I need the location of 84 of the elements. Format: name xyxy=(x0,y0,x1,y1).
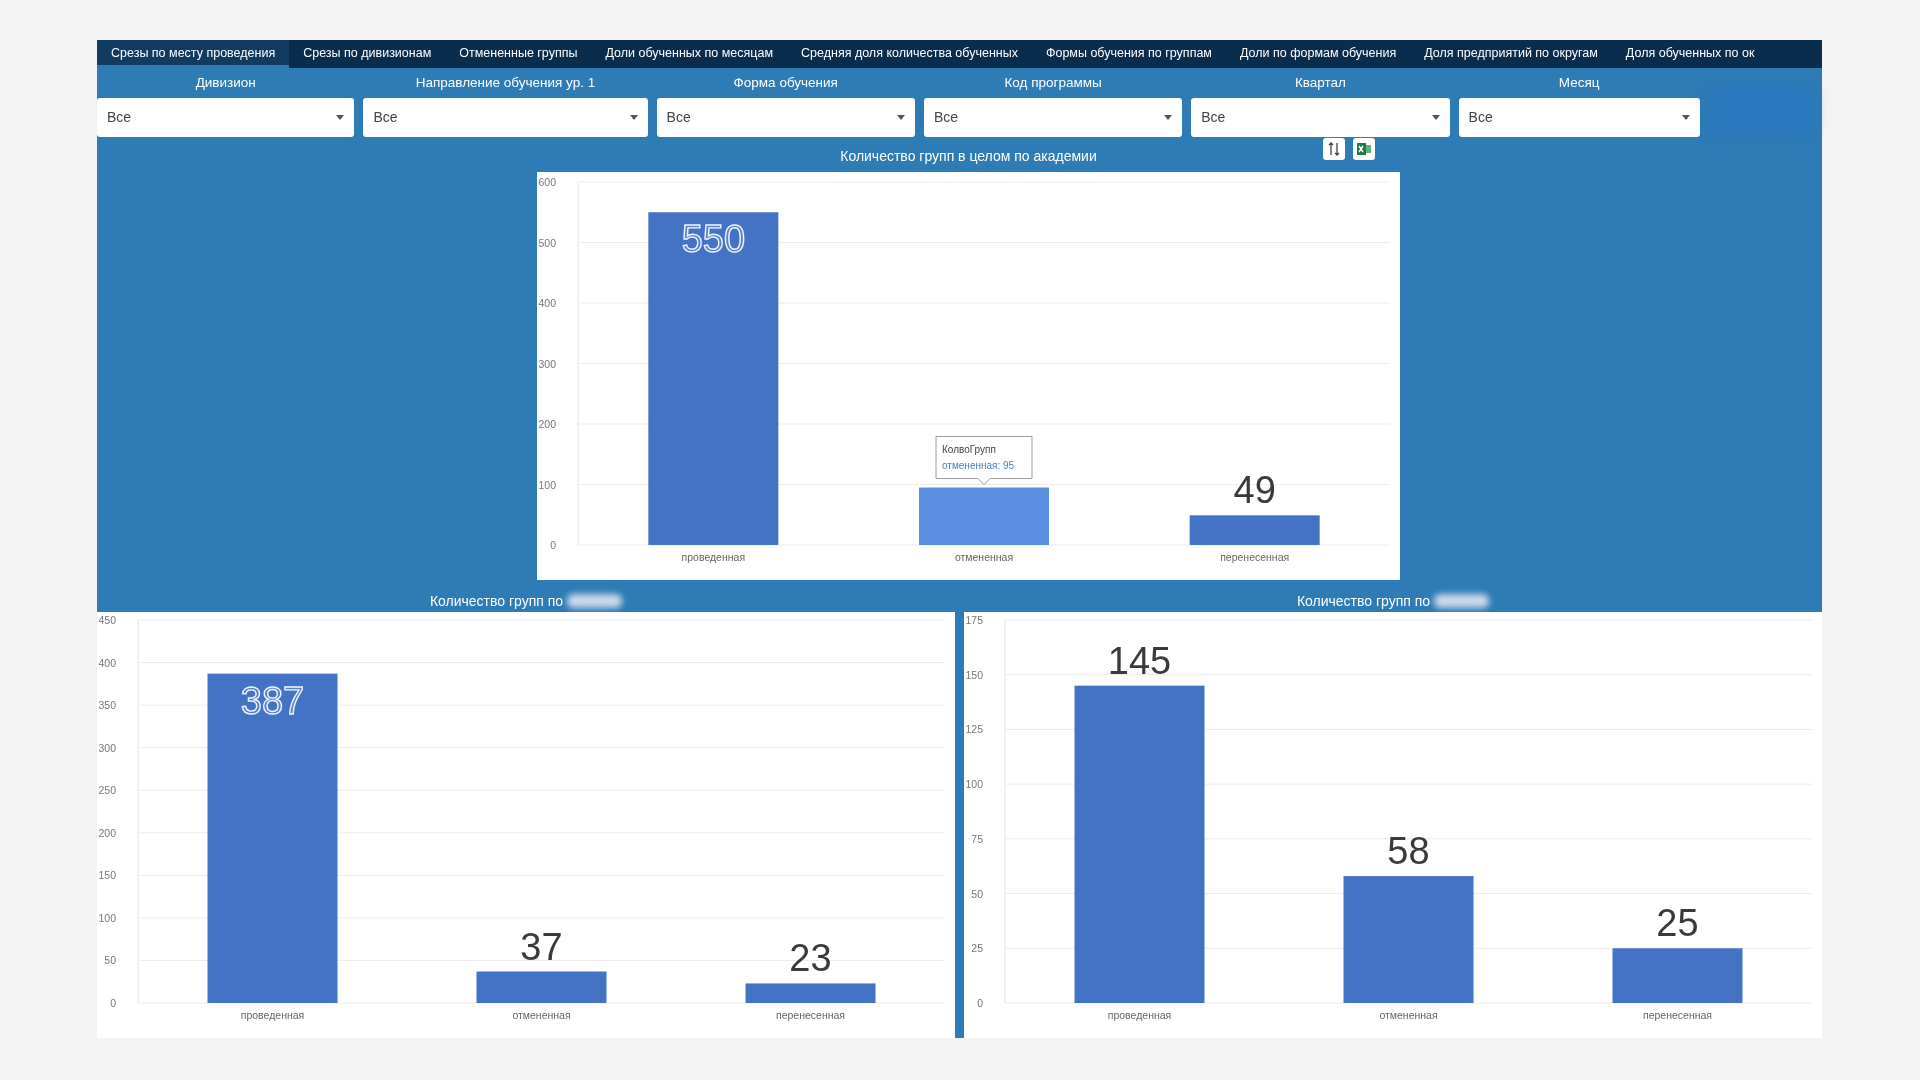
axis-tick-label: 400 xyxy=(98,656,116,669)
filter-label: Дивизион xyxy=(194,73,257,92)
tab[interactable]: Отмененные группы xyxy=(445,40,592,68)
filter-label: Месяц xyxy=(1557,73,1601,92)
caret-icon xyxy=(896,114,905,120)
caret-icon xyxy=(629,114,638,120)
sort-button[interactable] xyxy=(1323,138,1345,161)
dropdown[interactable]: Все xyxy=(656,97,915,137)
axis-tick-label: 150 xyxy=(965,668,983,681)
tab[interactable]: Срезы по дивизионам xyxy=(289,40,446,68)
axis-tick-label: 300 xyxy=(538,357,556,370)
chart-title: Количество групп по xyxy=(429,591,564,611)
tab[interactable]: Средняя доля количества обученных xyxy=(787,40,1032,68)
data-label: 25 xyxy=(1656,902,1699,945)
dropdown[interactable]: Все xyxy=(363,97,648,137)
tab[interactable]: Доля обученных по ок xyxy=(1611,40,1769,68)
tab[interactable]: Доли по формам обучения xyxy=(1225,40,1411,68)
data-label: 37 xyxy=(520,925,563,968)
data-label: 49 xyxy=(1233,469,1276,512)
bar[interactable] xyxy=(745,983,876,1003)
dropdown[interactable]: Все xyxy=(923,97,1183,137)
axis-tick-label: 400 xyxy=(538,297,556,310)
category-label: перенесенная xyxy=(775,1009,846,1021)
axis-tick-label: 100 xyxy=(538,478,556,491)
category-label: отмененная xyxy=(954,551,1014,564)
caret-icon xyxy=(1164,114,1173,120)
axis-tick-label: 75 xyxy=(971,832,983,845)
tab[interactable]: Доля предприятий по округам xyxy=(1410,40,1612,68)
axis-tick-label: 50 xyxy=(104,954,116,967)
category-label: проведенная xyxy=(240,1009,305,1021)
category-label: отмененная xyxy=(512,1009,571,1021)
axis-tick-label: 50 xyxy=(971,887,983,900)
bar[interactable] xyxy=(476,971,607,1003)
axis-tick-label: 125 xyxy=(965,723,983,736)
axis-tick-label: 300 xyxy=(98,741,116,754)
axis-tick-label: 200 xyxy=(98,826,116,839)
axis-tick-label: 600 xyxy=(538,176,556,189)
axis-tick-label: 0 xyxy=(550,539,556,552)
category-label: перенесенная xyxy=(1642,1009,1713,1021)
axis-tick-label: 100 xyxy=(98,911,116,924)
dropdown[interactable]: Все xyxy=(97,97,355,137)
axis-tick-label: 175 xyxy=(965,614,983,626)
bar[interactable] xyxy=(919,487,1049,546)
tab[interactable]: Доли обученных по месяцам xyxy=(591,40,788,68)
sort-icon xyxy=(1328,142,1340,157)
data-label: 23 xyxy=(789,937,832,980)
axis-tick-label: 350 xyxy=(98,699,116,712)
filter-label: Направление обучения ур. 1 xyxy=(414,73,597,92)
axis-tick-label: 0 xyxy=(110,997,116,1009)
tab[interactable]: Формы обучения по группам xyxy=(1031,40,1226,68)
category-label: отмененная xyxy=(1379,1009,1438,1021)
bar[interactable] xyxy=(1189,515,1320,546)
data-label: 145 xyxy=(1107,639,1172,682)
category-label: проведенная xyxy=(681,551,746,564)
dropdown[interactable]: Все xyxy=(1458,97,1700,137)
bar[interactable] xyxy=(648,212,779,546)
tooltip-title: КолвоГрупп xyxy=(942,443,996,455)
bar[interactable] xyxy=(207,673,338,1003)
axis-tick-label: 450 xyxy=(98,614,116,626)
category-label: перенесенная xyxy=(1220,551,1290,564)
axis-tick-label: 200 xyxy=(538,418,556,431)
filter-label: Код программы xyxy=(1003,73,1103,92)
data-label: 58 xyxy=(1387,830,1430,873)
export-button[interactable] xyxy=(1353,138,1375,161)
tab[interactable]: Срезы по месту проведения xyxy=(97,40,290,68)
axis-tick-label: 500 xyxy=(538,236,556,249)
data-label: 550 xyxy=(681,218,746,261)
filter-label: Форма обучения xyxy=(732,73,839,92)
axis-tick-label: 100 xyxy=(965,778,983,791)
tooltip-text: отмененная: 95 xyxy=(942,459,1015,471)
spreadsheet-icon xyxy=(1356,141,1372,158)
caret-icon xyxy=(1431,114,1440,120)
chart-title: Количество групп по xyxy=(1296,591,1431,611)
axis-tick-label: 150 xyxy=(98,869,116,882)
axis-tick-label: 25 xyxy=(971,942,983,955)
caret-icon xyxy=(336,114,345,120)
category-label: проведенная xyxy=(1107,1009,1172,1021)
chart-title: Количество групп в целом по академии xyxy=(840,147,1097,166)
filter-label: Квартал xyxy=(1293,73,1347,92)
caret-icon xyxy=(1681,114,1690,120)
dropdown[interactable]: Все xyxy=(1191,97,1450,137)
axis-tick-label: 250 xyxy=(98,784,116,797)
axis-tick-label: 0 xyxy=(977,997,983,1009)
data-label: 387 xyxy=(240,679,305,722)
